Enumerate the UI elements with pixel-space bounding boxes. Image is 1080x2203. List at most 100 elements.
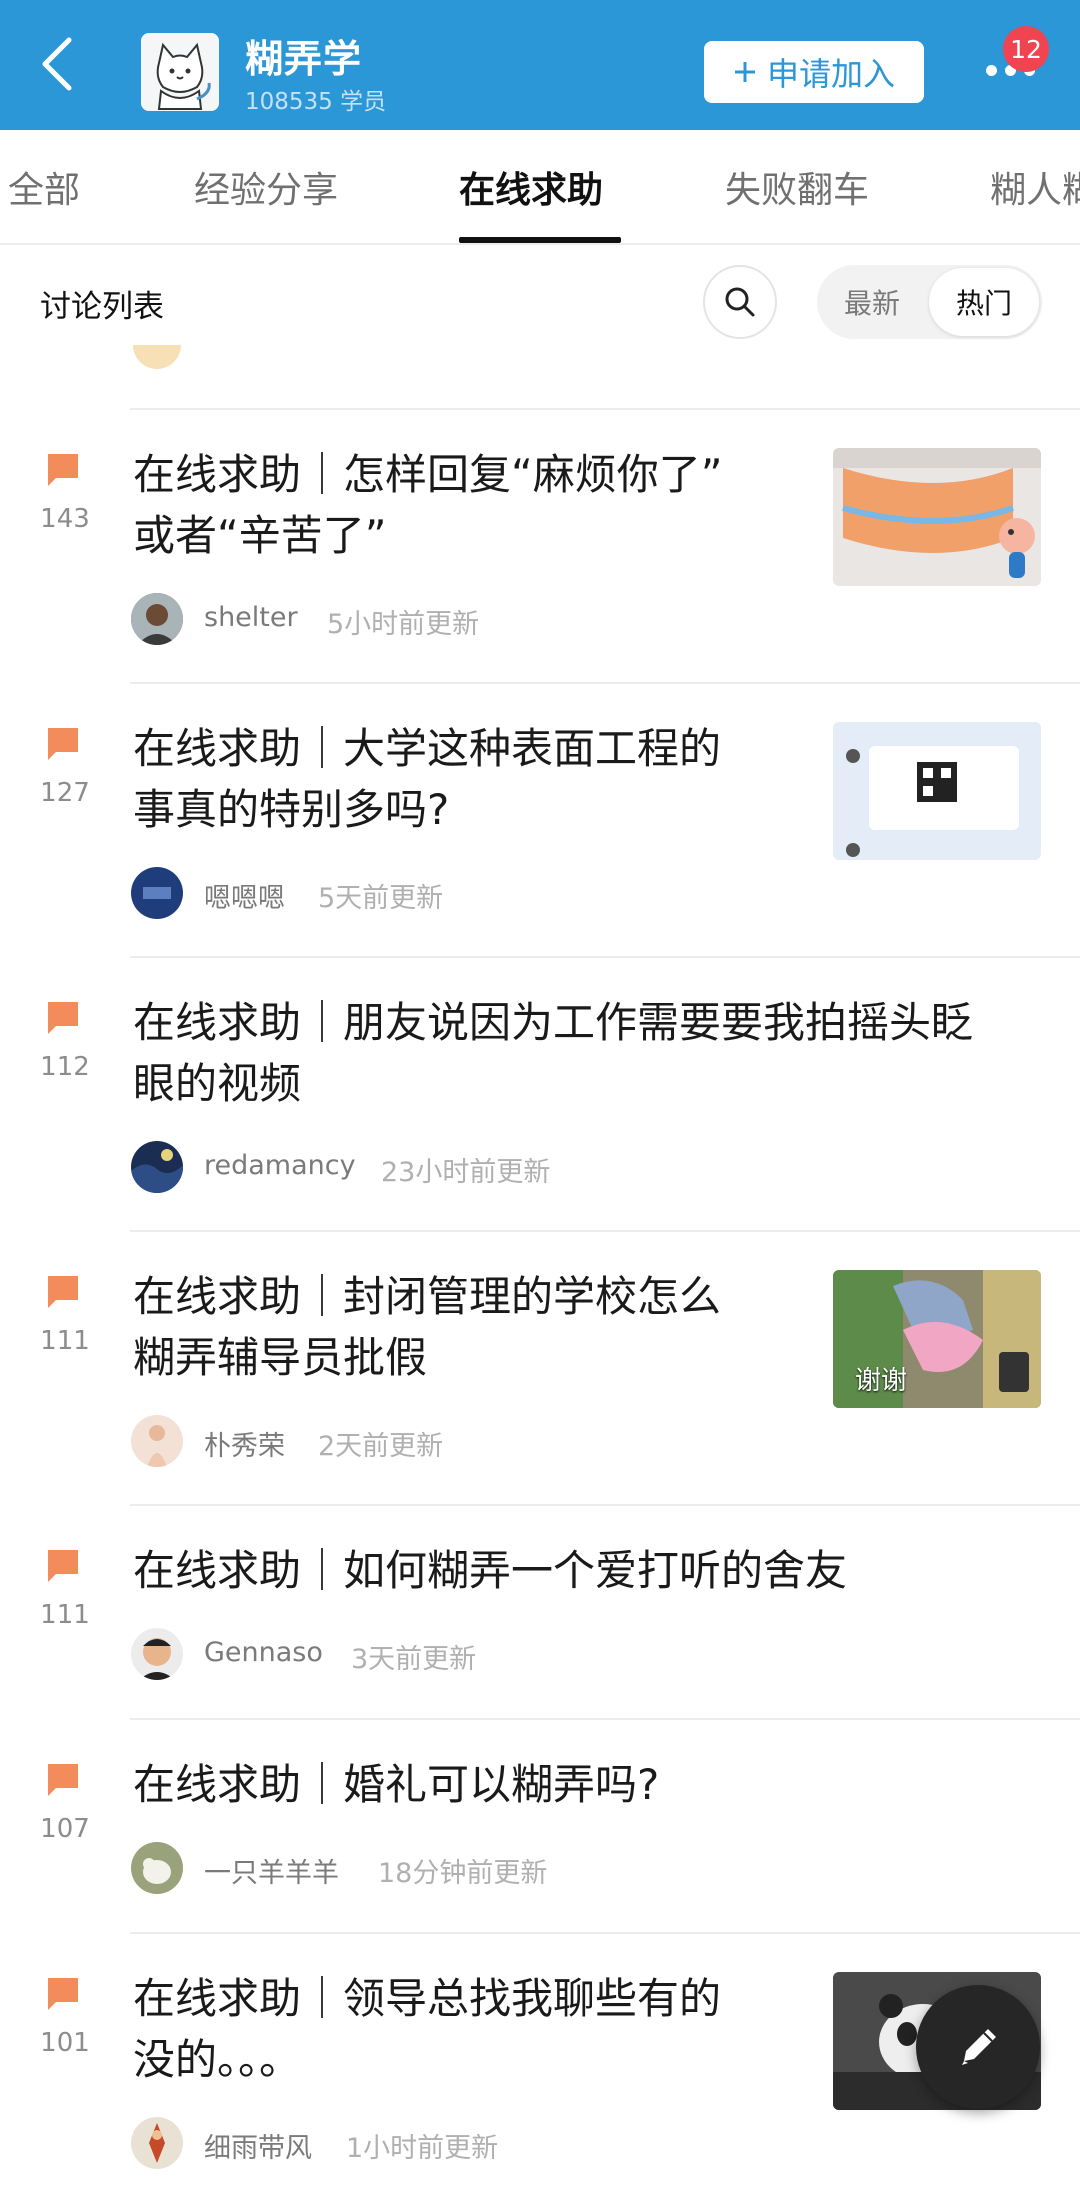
post-title-line: 在线求助｜大学这种表面工程的	[133, 724, 722, 773]
list-item[interactable]: 143 在线求助｜怎样回复“麻烦你了” 或者“辛苦了” shelter 5小时前…	[0, 410, 1080, 684]
join-button[interactable]: 申请加入	[704, 41, 924, 103]
search-icon	[725, 287, 755, 317]
avatar[interactable]	[131, 1628, 183, 1680]
post-thumbnail[interactable]	[833, 722, 1041, 860]
tab-more-category[interactable]: 糊人糊	[990, 130, 1080, 243]
avatar[interactable]	[131, 1141, 183, 1193]
sort-hot[interactable]: 热门	[929, 268, 1039, 336]
notification-badge: 12	[1003, 26, 1049, 72]
post-title-line: 或者“辛苦了”	[133, 511, 387, 560]
user-avatar-image	[131, 593, 183, 645]
pencil-icon	[962, 2029, 996, 2065]
cat-logo-icon	[141, 33, 219, 111]
user-avatar-image	[131, 867, 183, 919]
group-name: 糊弄学	[245, 37, 363, 81]
user-avatar-image	[131, 1842, 183, 1894]
comment-flag-icon	[48, 1764, 78, 1796]
list-item[interactable]: 127 在线求助｜大学这种表面工程的 事真的特别多吗? 嗯嗯嗯 5天前更新	[0, 684, 1080, 958]
post-title-line: 没的。。。	[133, 2035, 302, 2084]
list-item[interactable]: 111 在线求助｜如何糊弄一个爱打听的舍友 Gennaso 3天前更新	[0, 1506, 1080, 1720]
post-title: 在线求助｜领导总找我聊些有的 没的。。。	[133, 1968, 803, 2090]
post-thumbnail[interactable]: 谢谢	[833, 1270, 1041, 1408]
list-title: 讨论列表	[40, 289, 164, 325]
member-count: 108535 学员	[245, 89, 387, 115]
avatar[interactable]	[131, 1842, 183, 1894]
list-item[interactable]: 107 在线求助｜婚礼可以糊弄吗? 一只羊羊羊 18分钟前更新	[0, 1720, 1080, 1934]
search-button[interactable]	[703, 265, 777, 339]
comment-count: 111	[40, 1326, 90, 1356]
user-avatar-image	[131, 2117, 183, 2169]
sort-newest[interactable]: 最新	[817, 265, 927, 339]
post-title-line: 事真的特别多吗?	[133, 785, 450, 834]
more-dots-icon	[985, 64, 997, 76]
comment-count: 127	[40, 778, 90, 808]
comment-flag-icon	[48, 1550, 78, 1582]
updated-time: 2天前更新	[318, 1431, 444, 1462]
tab-experience[interactable]: 经验分享	[194, 130, 338, 243]
post-title-line: 在线求助｜领导总找我聊些有的	[133, 1974, 722, 2023]
back-arrow-icon	[42, 37, 72, 91]
thumbnail-image	[833, 722, 1041, 860]
author-name[interactable]: 朴秀荣	[204, 1424, 285, 1463]
group-avatar[interactable]	[141, 33, 219, 111]
comment-count: 143	[40, 504, 90, 534]
post-title-line: 糊弄辅导员批假	[133, 1333, 428, 1382]
user-avatar-image	[131, 1415, 183, 1467]
top-bar: 糊弄学 108535 学员 申请加入 12	[0, 0, 1080, 130]
post-title: 在线求助｜大学这种表面工程的 事真的特别多吗?	[133, 718, 803, 840]
active-tab-indicator	[459, 237, 621, 243]
comment-flag-icon	[48, 1276, 78, 1308]
avatar[interactable]	[131, 1415, 183, 1467]
thumbnail-image	[833, 448, 1041, 586]
avatar[interactable]	[131, 593, 183, 645]
list-item[interactable]: 101 在线求助｜领导总找我聊些有的 没的。。。 细雨带风 1小时前更新	[0, 1934, 1080, 2203]
join-button-label: 申请加入	[766, 55, 895, 93]
post-title-line: 在线求助｜婚礼可以糊弄吗?	[133, 1760, 660, 1809]
post-thumbnail[interactable]	[833, 448, 1041, 586]
avatar[interactable]	[131, 2117, 183, 2169]
post-title: 在线求助｜如何糊弄一个爱打听的舍友	[133, 1540, 1048, 1601]
avatar[interactable]	[131, 867, 183, 919]
post-title: 在线求助｜封闭管理的学校怎么 糊弄辅导员批假	[133, 1266, 803, 1388]
author-name[interactable]: Gennaso	[204, 1637, 323, 1668]
post-title: 在线求助｜怎样回复“麻烦你了” 或者“辛苦了”	[133, 444, 803, 566]
plus-icon	[734, 62, 755, 82]
updated-time: 18分钟前更新	[378, 1858, 548, 1889]
sort-toggle: 最新 热门	[817, 265, 1042, 339]
post-title-line: 在线求助｜封闭管理的学校怎么	[133, 1272, 722, 1321]
list-item[interactable]: 111 在线求助｜封闭管理的学校怎么 糊弄辅导员批假 朴秀荣 2天前更新 谢谢	[0, 1232, 1080, 1506]
comment-count: 107	[40, 1814, 90, 1844]
avatar	[133, 345, 181, 369]
post-title-line: 眼的视频	[133, 1059, 302, 1108]
updated-time: 3天前更新	[351, 1644, 477, 1675]
post-title: 在线求助｜婚礼可以糊弄吗?	[133, 1754, 1048, 1815]
tab-online-help[interactable]: 在线求助	[459, 130, 603, 243]
comment-flag-icon	[48, 1002, 78, 1034]
author-name[interactable]: 一只羊羊羊	[204, 1851, 339, 1890]
comment-count: 112	[40, 1052, 90, 1082]
updated-time: 5小时前更新	[327, 609, 480, 640]
thumbnail-caption: 谢谢	[855, 1366, 908, 1396]
back-button[interactable]	[30, 28, 84, 100]
post-title-line: 在线求助｜如何糊弄一个爱打听的舍友	[133, 1546, 848, 1595]
author-name[interactable]: redamancy	[204, 1150, 356, 1181]
compose-button[interactable]	[916, 1985, 1040, 2109]
user-avatar-image	[131, 1141, 183, 1193]
updated-time: 23小时前更新	[381, 1157, 551, 1188]
updated-time: 5天前更新	[318, 883, 444, 914]
user-avatar-image	[131, 1628, 183, 1680]
author-name[interactable]: 嗯嗯嗯	[204, 876, 285, 915]
comment-flag-icon	[48, 1978, 78, 2010]
author-name[interactable]: 细雨带风	[204, 2126, 312, 2165]
comment-flag-icon	[48, 454, 78, 486]
list-item[interactable]: 112 在线求助｜朋友说因为工作需要要我拍摇头眨 眼的视频 redamancy …	[0, 958, 1080, 1232]
updated-time: 1小时前更新	[346, 2133, 499, 2164]
tab-failures[interactable]: 失败翻车	[725, 130, 869, 243]
post-title-line: 在线求助｜朋友说因为工作需要要我拍摇头眨	[133, 998, 974, 1047]
comment-count: 111	[40, 1600, 90, 1630]
post-title-line: 在线求助｜怎样回复“麻烦你了”	[133, 450, 723, 499]
tab-all[interactable]: 全部	[8, 130, 80, 243]
category-tabs: 全部 经验分享 在线求助 失败翻车 糊人糊	[0, 130, 1080, 245]
author-name[interactable]: shelter	[204, 602, 298, 633]
post-title: 在线求助｜朋友说因为工作需要要我拍摇头眨 眼的视频	[133, 992, 1048, 1114]
